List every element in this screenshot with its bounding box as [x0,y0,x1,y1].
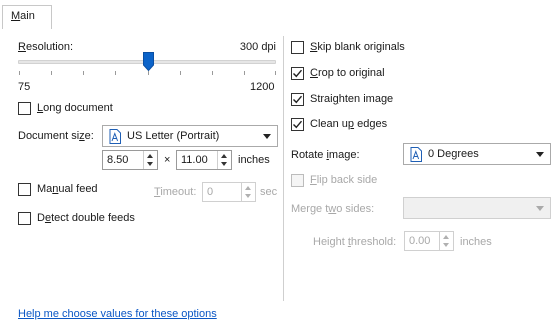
height-threshold-spin-buttons[interactable] [439,232,453,250]
document-height-stepper[interactable]: 11.00 [176,150,232,170]
timeout-spin-buttons[interactable] [241,183,255,201]
slider-tick [212,71,213,75]
checkmark-icon [293,69,303,78]
document-size-unit: inches [238,154,270,166]
slider-tick [115,71,116,75]
document-width-value: 8.50 [107,154,129,166]
chevron-down-icon [536,206,544,211]
slider-tick [83,71,84,75]
slider-tick [180,71,181,75]
straighten-image-checkbox[interactable] [291,93,304,106]
long-document-checkbox[interactable] [18,102,31,115]
rotate-image-select[interactable]: 0 Degrees [403,143,551,165]
resolution-value: 300 dpi [239,41,276,53]
document-height-value: 11.00 [181,154,208,166]
spin-down-icon[interactable] [147,162,153,166]
slider-tick [275,71,276,75]
spin-down-icon[interactable] [221,162,227,166]
slider-tick [51,71,52,75]
chevron-down-icon [263,134,271,139]
timeout-value: 0 [207,186,214,198]
tab-bar: Main [0,0,552,29]
width-spin-buttons[interactable] [143,151,157,169]
height-spin-buttons[interactable] [217,151,231,169]
spin-up-icon[interactable] [245,186,251,190]
crop-to-original-label: Crop to original [310,67,385,79]
resolution-slider-thumb[interactable] [143,52,154,71]
height-threshold-label: Height threshold: [313,236,397,248]
resolution-label-mnemonic: R [18,41,26,53]
chevron-down-icon [536,152,544,157]
column-divider [283,36,284,301]
spin-down-icon[interactable] [245,194,251,198]
spin-up-icon[interactable] [221,154,227,158]
height-threshold-value: 0.00 [409,235,431,247]
document-icon [109,129,121,144]
merge-two-sides-select[interactable] [403,197,551,219]
checkmark-icon [293,120,303,129]
manual-feed-checkbox[interactable] [18,183,31,196]
skip-blank-checkbox[interactable] [291,41,304,54]
merge-two-sides-label: Merge two sides: [291,203,375,215]
resolution-label-text: esolution: [25,41,74,53]
tab-main-label: ain [20,10,35,22]
flip-back-side-checkbox[interactable] [291,174,304,187]
document-size-select[interactable]: US Letter (Portrait) [102,125,278,147]
document-width-stepper[interactable]: 8.50 [102,150,158,170]
height-threshold-stepper[interactable]: 0.00 [404,231,454,251]
spin-down-icon[interactable] [443,243,449,247]
document-size-label: Document size: [18,130,94,142]
tab-main-mnemonic: M [11,10,21,22]
rotate-image-label: Rotate image: [291,149,360,161]
long-document-label: Long document [37,102,113,114]
height-threshold-unit: inches [460,236,492,248]
slider-max-label: 1200 [250,81,275,93]
manual-feed-label: Manual feed [37,183,98,195]
tab-main[interactable]: Main [2,5,52,29]
skip-blank-label: Skip blank originals [310,41,405,53]
document-size-value: US Letter (Portrait) [127,130,220,142]
flip-back-side-label: Flip back side [310,174,378,186]
rotate-image-value: 0 Degrees [428,148,479,160]
timeout-label: Timeout: [154,186,197,198]
timeout-unit: sec [260,186,278,198]
checkmark-icon [293,95,303,104]
straighten-image-label: Straighten image [310,93,394,105]
slider-min-label: 75 [18,81,31,93]
slider-tick [244,71,245,75]
crop-to-original-checkbox[interactable] [291,67,304,80]
timeout-stepper[interactable]: 0 [202,182,256,202]
document-icon [410,147,422,162]
resolution-label: Resolution: [18,41,73,53]
times-symbol: × [164,154,171,166]
help-link[interactable]: Help me choose values for these options [18,308,217,320]
detect-double-feeds-checkbox[interactable] [18,212,31,225]
spin-up-icon[interactable] [147,154,153,158]
slider-tick [19,71,20,75]
clean-up-edges-checkbox[interactable] [291,118,304,131]
spin-up-icon[interactable] [443,235,449,239]
detect-double-feeds-label: Detect double feeds [37,212,135,224]
clean-up-edges-label: Clean up edges [310,118,388,130]
slider-tick [148,71,149,75]
